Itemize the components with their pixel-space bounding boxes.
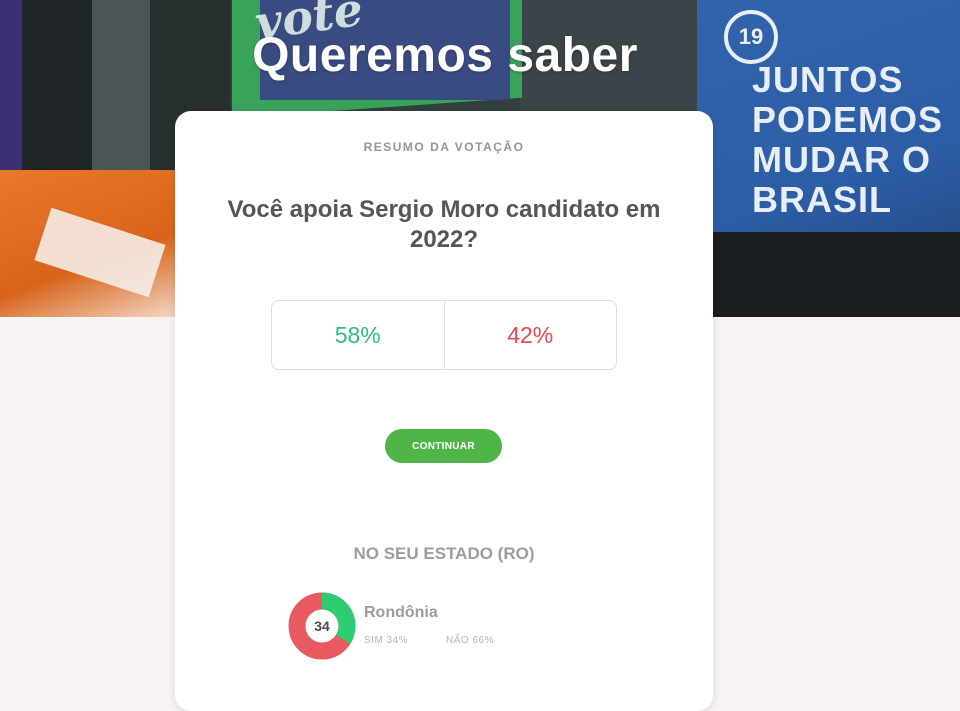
continue-button[interactable]: CONTINUAR xyxy=(385,429,502,463)
banner-slogan-line: BRASIL xyxy=(752,179,892,220)
banner-slogan: JUNTOS PODEMOS MUDAR O BRASIL xyxy=(752,60,943,220)
yes-result: 58% xyxy=(272,301,445,369)
card-eyebrow: RESUMO DA VOTAÇÃO xyxy=(363,140,525,154)
state-name: Rondônia xyxy=(364,604,438,621)
donut-value: 34 xyxy=(314,618,330,634)
poll-results: 58% 42% xyxy=(271,300,617,370)
state-result-row: 34 Rondônia SIM 34% NÃO 66% xyxy=(288,592,608,660)
page-title: Queremos saber xyxy=(252,29,638,82)
no-result: 42% xyxy=(507,321,554,348)
background-panel xyxy=(697,232,960,317)
state-yes-percent: SIM 34% xyxy=(364,635,409,646)
banner-slogan-line: PODEMOS xyxy=(752,99,944,140)
poll-question: Você apoia Sergio Moro candidato em 2022… xyxy=(227,196,661,253)
banner-slogan-line: MUDAR O xyxy=(752,139,931,180)
vote-summary-card: RESUMO DA VOTAÇÃO Você apoia Sergio Moro… xyxy=(175,111,713,711)
state-section-heading: NO SEU ESTADO (RO) xyxy=(353,544,535,563)
state-no-percent: NÃO 66% xyxy=(446,635,494,646)
